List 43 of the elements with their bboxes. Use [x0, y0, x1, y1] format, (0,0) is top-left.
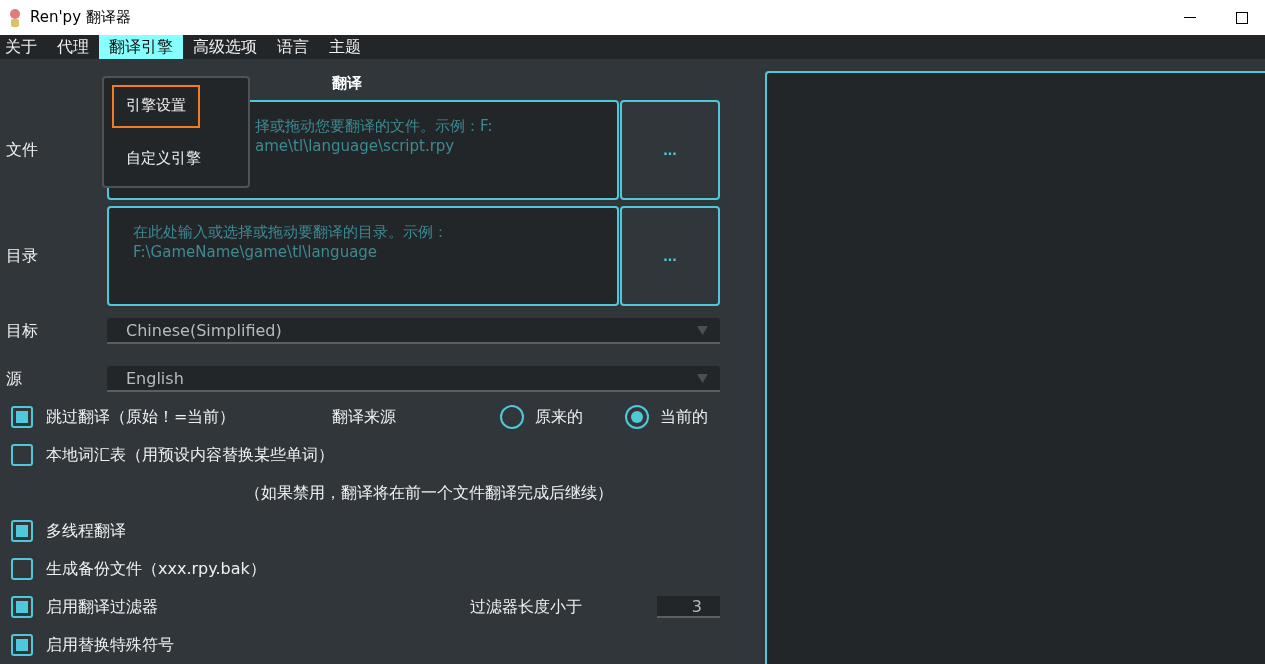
menu-item[interactable]: 翻译引擎: [99, 35, 183, 59]
number-field[interactable]: 3: [657, 596, 720, 618]
dropdown-item[interactable]: 引擎设置: [112, 85, 200, 129]
radio-button[interactable]: [500, 405, 524, 429]
checkbox-label: 启用替换特殊符号: [46, 634, 174, 656]
radio-label: 原来的: [535, 406, 583, 428]
checkbox[interactable]: [11, 520, 33, 542]
checkbox[interactable]: [11, 406, 33, 428]
menu-item[interactable]: 语言: [267, 35, 319, 59]
field-label: 源: [5, 368, 23, 390]
menu-item[interactable]: 主题: [319, 35, 371, 59]
checkbox[interactable]: [11, 558, 33, 580]
source-select[interactable]: English: [107, 366, 720, 392]
option-label: 过滤器长度小于: [470, 596, 582, 618]
window-title: Ren'py 翻译器: [30, 8, 132, 27]
section-title: 翻译: [331, 74, 363, 93]
checkbox-label: 跳过翻译（原始！=当前）: [46, 406, 236, 428]
menu-item[interactable]: 代理: [47, 35, 99, 59]
checkbox[interactable]: [11, 634, 33, 656]
field-label: 目标: [5, 320, 39, 342]
field-label: 目录: [5, 245, 39, 267]
menu-item[interactable]: 高级选项: [183, 35, 267, 59]
menu-item[interactable]: 关于: [0, 35, 47, 59]
directory-field[interactable]: 在此处输入或选择或拖动要翻译的目录。示例：F:\GameName\game\tl\language: [107, 206, 619, 306]
checkbox[interactable]: [11, 444, 33, 466]
checkbox-label: 启用翻译过滤器: [46, 596, 158, 618]
dropdown-item[interactable]: 自定义引擎: [112, 138, 215, 179]
radio-label: 当前的: [660, 406, 708, 428]
checkbox-label: 多线程翻译: [46, 520, 126, 542]
radio-button[interactable]: [625, 405, 649, 429]
caret-icon: [697, 325, 708, 335]
checkbox[interactable]: [11, 596, 33, 618]
target-select[interactable]: Chinese(Simplified): [107, 318, 720, 344]
checkbox-label: 本地词汇表（用预设内容替换某些单词）: [46, 444, 334, 466]
option-label: 翻译来源: [332, 406, 397, 428]
field-label: 文件: [5, 139, 39, 161]
maximize-icon: [1236, 11, 1248, 24]
minimize-icon: [1184, 16, 1196, 19]
checkbox-label: 生成备份文件（xxx.rpy.bak）: [46, 558, 266, 580]
browse-button[interactable]: ...: [620, 206, 720, 306]
caret-icon: [697, 373, 708, 383]
note-text: （如果禁用，翻译将在前一个文件翻译完成后继续）: [245, 482, 613, 504]
browse-button[interactable]: ...: [620, 100, 720, 200]
